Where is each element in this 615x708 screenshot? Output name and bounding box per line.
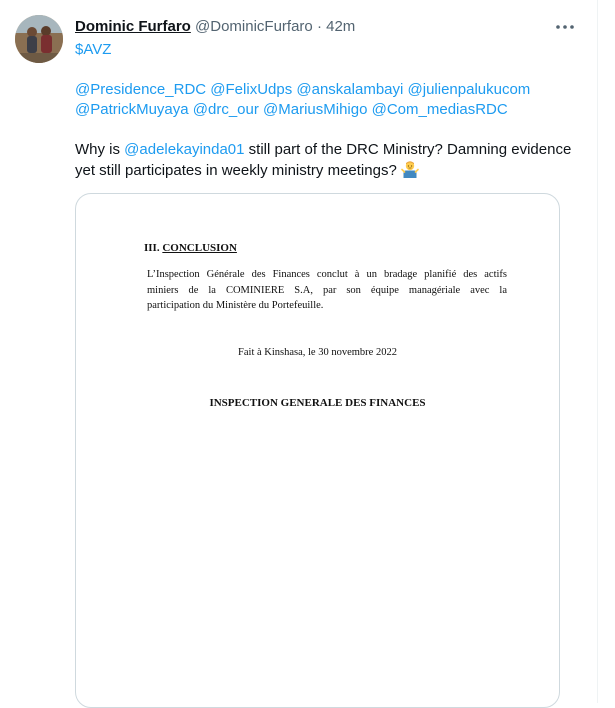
mention-link[interactable]: @anskalambayi xyxy=(296,81,403,98)
document-paragraph: L’Inspection Générale des Finances concl… xyxy=(147,267,507,314)
tweet[interactable]: Dominic Furfaro @DominicFurfaro · 42m $A… xyxy=(0,0,598,708)
mention-link[interactable]: @PatrickMuyaya xyxy=(75,101,189,118)
paragraph-line: miniers de la COMINIERE S.A, par son équ… xyxy=(147,284,507,296)
tweet-question: Why is @adelekayinda01 still part of the… xyxy=(75,140,580,181)
mention-link[interactable]: @Presidence_RDC xyxy=(75,81,206,98)
mention-link[interactable]: @Com_mediasRDC xyxy=(372,101,508,118)
timestamp[interactable]: 42m xyxy=(326,18,355,35)
document-organization: INSPECTION GENERALE DES FINANCES xyxy=(209,397,426,409)
question-text-start: Why is xyxy=(75,141,125,158)
display-name[interactable]: Dominic Furfaro xyxy=(75,18,191,35)
attached-document-image[interactable]: III. CONCLUSION L’Inspection Générale de… xyxy=(75,193,560,708)
avatar[interactable] xyxy=(15,15,63,63)
mention-link[interactable]: @FelixUdps xyxy=(210,81,292,98)
document-page: III. CONCLUSION L’Inspection Générale de… xyxy=(76,194,559,707)
cashtag-link[interactable]: $AVZ xyxy=(75,41,111,58)
document-section-heading: III. CONCLUSION xyxy=(144,242,237,254)
tweet-text: $AVZ @Presidence_RDC @FelixUdps @anskala… xyxy=(75,40,580,181)
section-number: III. xyxy=(144,242,160,254)
paragraph-line: participation du Ministère du Portefeuil… xyxy=(147,300,324,311)
mentions-line-2: @PatrickMuyaya @drc_our @MariusMihigo @C… xyxy=(75,100,580,120)
document-place-date: Fait à Kinshasa, le 30 novembre 2022 xyxy=(238,347,397,358)
handle[interactable]: @DominicFurfaro xyxy=(195,18,313,35)
separator: · xyxy=(316,18,322,35)
mention-link[interactable]: @adelekayinda01 xyxy=(124,141,244,158)
mentions-line-1: @Presidence_RDC @FelixUdps @anskalambayi… xyxy=(75,80,580,100)
more-dots-icon[interactable] xyxy=(553,15,577,39)
man-shrugging-emoji-icon xyxy=(401,160,419,178)
paragraph-line: L’Inspection Générale des Finances concl… xyxy=(147,269,507,280)
mention-link[interactable]: @MariusMihigo xyxy=(263,101,367,118)
mention-link[interactable]: @julienpalukucom xyxy=(408,81,531,98)
mention-link[interactable]: @drc_our xyxy=(193,101,259,118)
section-title: CONCLUSION xyxy=(162,242,237,254)
tweet-header: Dominic Furfaro @DominicFurfaro · 42m xyxy=(75,17,577,39)
